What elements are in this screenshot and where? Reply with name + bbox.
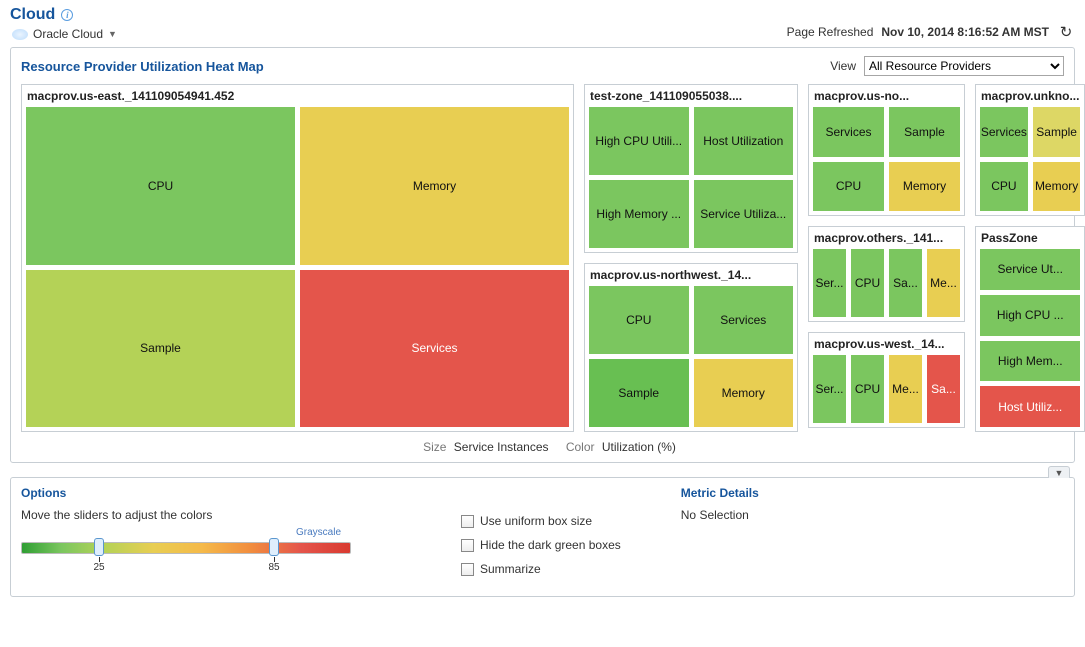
tile[interactable]: Memory	[888, 161, 961, 213]
provider-us-west[interactable]: macprov.us-west._14... Ser... CPU Me... …	[808, 332, 965, 428]
tile[interactable]: Sample	[888, 106, 961, 158]
provider-unknown[interactable]: macprov.unkno... Services Sample CPU Mem…	[975, 84, 1085, 216]
slider-handle-high[interactable]	[269, 538, 279, 556]
tile[interactable]: CPU	[979, 161, 1029, 213]
legend-color-label: Color	[566, 440, 595, 454]
view-select[interactable]: All Resource Providers	[864, 56, 1064, 76]
tile[interactable]: CPU	[588, 285, 690, 355]
provider-passzone[interactable]: PassZone Service Ut... High CPU ... High…	[975, 226, 1085, 432]
tile[interactable]: Sample	[1032, 106, 1082, 158]
view-label: View	[830, 59, 856, 73]
provider-title: macprov.us-no...	[812, 88, 961, 106]
provider-title: macprov.others._141...	[812, 230, 961, 248]
tile[interactable]: Ser...	[812, 248, 847, 318]
slider-tick-high: 85	[268, 562, 279, 573]
refresh-icon[interactable]: ↻	[1057, 23, 1075, 41]
chk-uniform[interactable]: Use uniform box size	[461, 514, 621, 528]
tile[interactable]: Sa...	[926, 354, 961, 424]
chk-summarize[interactable]: Summarize	[461, 562, 621, 576]
tile[interactable]: High Mem...	[979, 340, 1081, 383]
heatmap-panel: Resource Provider Utilization Heat Map V…	[10, 47, 1075, 463]
color-slider[interactable]: Grayscale 25 85	[21, 528, 351, 554]
refresh-time: Nov 10, 2014 8:16:52 AM MST	[881, 25, 1049, 39]
refresh-prefix: Page Refreshed	[787, 25, 874, 39]
provider-title: macprov.us-east._141109054941.452	[25, 88, 570, 106]
slider-tick-low: 25	[93, 562, 104, 573]
provider-others[interactable]: macprov.others._141... Ser... CPU Sa... …	[808, 226, 965, 322]
provider-title: macprov.us-northwest._14...	[588, 267, 794, 285]
tile[interactable]: Me...	[888, 354, 923, 424]
checkbox-icon	[461, 539, 474, 552]
options-panel: ▼ Options Move the sliders to adjust the…	[10, 477, 1075, 597]
tile[interactable]: Memory	[693, 358, 795, 428]
provider-us-northwest[interactable]: macprov.us-northwest._14... CPU Services…	[584, 263, 798, 432]
page-header: Cloud i Oracle Cloud ▼ Page Refreshed No…	[10, 6, 1075, 41]
view-filter: View All Resource Providers	[830, 56, 1064, 76]
refresh-status: Page Refreshed Nov 10, 2014 8:16:52 AM M…	[787, 23, 1075, 41]
provider-title: PassZone	[979, 230, 1081, 248]
page-title-text: Cloud	[10, 6, 55, 24]
tile[interactable]: Ser...	[812, 354, 847, 424]
provider-title: macprov.unkno...	[979, 88, 1081, 106]
grayscale-label: Grayscale	[296, 527, 341, 538]
tile[interactable]: Me...	[926, 248, 961, 318]
heatmap-title: Resource Provider Utilization Heat Map	[21, 59, 264, 74]
legend-size-value: Service Instances	[454, 440, 549, 454]
tile-cpu[interactable]: CPU	[25, 106, 296, 266]
checkbox-icon	[461, 563, 474, 576]
provider-test-zone[interactable]: test-zone_141109055038.... High CPU Util…	[584, 84, 798, 253]
treemap-legend: Size Service Instances Color Utilization…	[21, 440, 1064, 454]
chevron-down-icon: ▼	[108, 29, 117, 39]
tile-services[interactable]: Services	[299, 269, 570, 429]
checkbox-icon	[461, 515, 474, 528]
legend-color-value: Utilization (%)	[602, 440, 676, 454]
tile[interactable]: Services	[693, 285, 795, 355]
tile[interactable]: Sa...	[888, 248, 923, 318]
cloud-icon	[12, 29, 28, 40]
tile[interactable]: Service Ut...	[979, 248, 1081, 291]
tile[interactable]: Memory	[1032, 161, 1082, 213]
tile[interactable]: CPU	[850, 354, 885, 424]
gradient-bar	[21, 542, 351, 554]
target-menu[interactable]: Oracle Cloud ▼	[10, 27, 117, 41]
legend-size-label: Size	[423, 440, 446, 454]
provider-us-east[interactable]: macprov.us-east._141109054941.452 CPU Me…	[21, 84, 574, 432]
tile[interactable]: Host Utiliz...	[979, 385, 1081, 428]
tile[interactable]: Sample	[588, 358, 690, 428]
tile[interactable]: High CPU ...	[979, 294, 1081, 337]
tile[interactable]: Host Utilization	[693, 106, 795, 176]
tile[interactable]: Service Utiliza...	[693, 179, 795, 249]
slider-hint: Move the sliders to adjust the colors	[21, 508, 401, 522]
metric-details-title: Metric Details	[681, 486, 759, 500]
tile[interactable]: High Memory ...	[588, 179, 690, 249]
treemap: macprov.us-east._141109054941.452 CPU Me…	[21, 84, 1064, 432]
tile-sample[interactable]: Sample	[25, 269, 296, 429]
tile-memory[interactable]: Memory	[299, 106, 570, 266]
target-menu-label: Oracle Cloud	[33, 27, 103, 41]
provider-us-no[interactable]: macprov.us-no... Services Sample CPU Mem…	[808, 84, 965, 216]
tile[interactable]: High CPU Utili...	[588, 106, 690, 176]
panel-collapse-icon[interactable]: ▼	[1048, 466, 1070, 478]
slider-handle-low[interactable]	[94, 538, 104, 556]
page-title: Cloud i	[10, 6, 117, 24]
tile[interactable]: CPU	[812, 161, 885, 213]
provider-title: macprov.us-west._14...	[812, 336, 961, 354]
tile[interactable]: Services	[812, 106, 885, 158]
info-icon[interactable]: i	[61, 9, 73, 21]
tile[interactable]: CPU	[850, 248, 885, 318]
chk-hide-green[interactable]: Hide the dark green boxes	[461, 538, 621, 552]
options-title: Options	[21, 486, 401, 500]
metric-details-none: No Selection	[681, 508, 759, 522]
provider-title: test-zone_141109055038....	[588, 88, 794, 106]
tile[interactable]: Services	[979, 106, 1029, 158]
